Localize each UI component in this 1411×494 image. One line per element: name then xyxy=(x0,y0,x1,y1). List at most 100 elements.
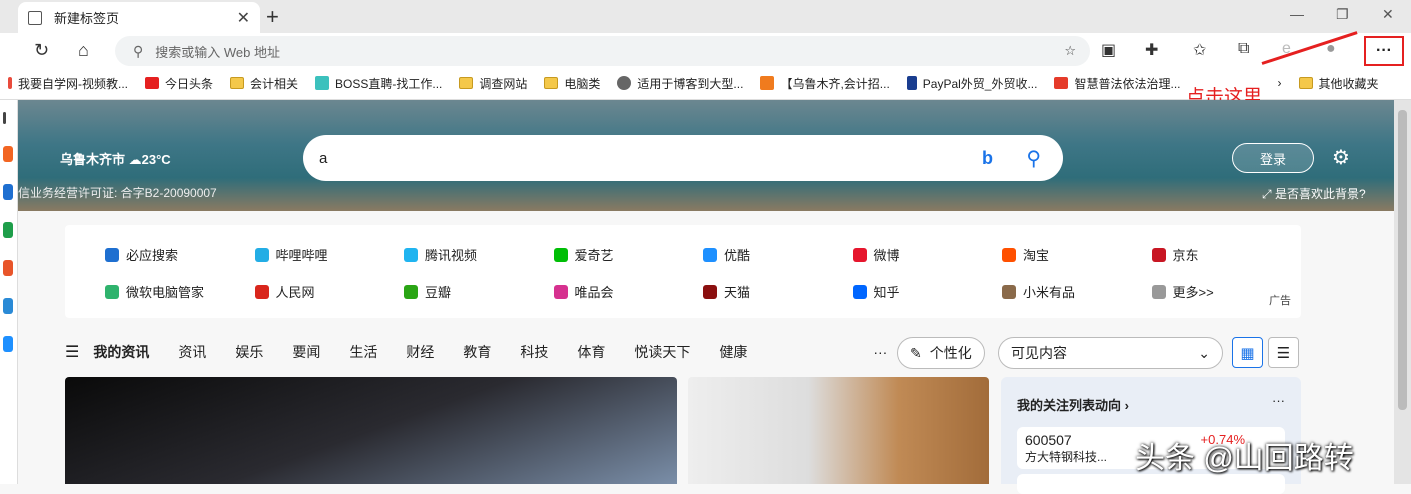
quick-link[interactable]: 知乎 xyxy=(852,282,900,301)
restore-icon[interactable]: ❐ xyxy=(1336,6,1349,23)
quick-link[interactable]: 爱奇艺 xyxy=(553,245,614,264)
gear-icon[interactable]: ⚙ xyxy=(1332,145,1350,170)
collections-icon[interactable]: ▣ xyxy=(1101,40,1116,60)
bookmark[interactable]: 今日头条 xyxy=(145,75,213,92)
quick-link[interactable]: 京东 xyxy=(1151,245,1199,264)
news-tab[interactable]: 健康 xyxy=(719,342,747,362)
quick-link[interactable]: 淘宝 xyxy=(1002,245,1049,264)
app-icon[interactable] xyxy=(3,146,13,162)
app-icon[interactable] xyxy=(3,184,13,200)
site-icon xyxy=(254,284,269,299)
bookmark-label: 今日头条 xyxy=(165,76,214,91)
quick-link[interactable]: 更多>> xyxy=(1151,282,1214,301)
like-background-link[interactable]: ⤢ 是否喜欢此背景? xyxy=(1262,185,1366,202)
close-icon[interactable]: ✕ xyxy=(237,8,250,28)
menu-icon[interactable] xyxy=(3,112,6,124)
quick-link[interactable]: 微博 xyxy=(852,245,900,264)
minimize-icon[interactable]: — xyxy=(1290,6,1304,22)
extensions-icon[interactable]: ✚ xyxy=(1145,40,1158,60)
news-card-image[interactable] xyxy=(688,377,989,484)
address-input[interactable]: ⚲ 搜索或输入 Web 地址 ☆ xyxy=(115,36,1090,66)
home-icon[interactable]: ⌂ xyxy=(78,40,89,61)
news-tab[interactable]: 体育 xyxy=(577,342,605,362)
app-icon[interactable] xyxy=(3,298,13,314)
scrollbar-thumb[interactable] xyxy=(1398,110,1407,410)
quick-link-label: 唯品会 xyxy=(574,285,614,300)
news-tab[interactable]: 娱乐 xyxy=(235,342,263,362)
site-icon xyxy=(1151,284,1166,299)
quick-link[interactable]: 必应搜索 xyxy=(105,245,178,264)
search-input[interactable]: a b ⚲ xyxy=(303,135,1063,181)
bookmark-folder[interactable]: 会计相关 xyxy=(230,75,298,92)
visible-content-select[interactable]: 可见内容 ⌄ xyxy=(998,337,1223,369)
list-view-button[interactable]: ☰ xyxy=(1268,337,1299,368)
weather[interactable]: 乌鲁木齐市 ☁23°C xyxy=(60,149,171,168)
folder-icon xyxy=(1298,77,1313,89)
personalize-label: 个性化 xyxy=(929,345,972,361)
personalize-button[interactable]: ✎ 个性化 xyxy=(897,337,985,369)
folder-icon xyxy=(230,77,245,89)
other-bookmarks[interactable]: 其他收藏夹 xyxy=(1298,75,1379,92)
quick-link-label: 淘宝 xyxy=(1023,248,1050,263)
news-tab[interactable]: 要闻 xyxy=(292,342,320,362)
plus-icon[interactable]: + xyxy=(266,4,279,30)
bookmark[interactable]: BOSS直聘-找工作... xyxy=(315,75,442,92)
favorites-icon[interactable]: ✩ xyxy=(1193,40,1206,60)
favorite-add-icon[interactable]: ☆ xyxy=(1064,43,1076,59)
login-button[interactable]: 登录 xyxy=(1232,143,1314,173)
quick-link[interactable]: 人民网 xyxy=(254,282,315,301)
more-nav-button[interactable]: ··· xyxy=(873,344,887,360)
app-icon[interactable] xyxy=(3,222,13,238)
bookmark-label: PayPal外贸_外贸收... xyxy=(922,76,1038,91)
quick-link[interactable]: 天猫 xyxy=(703,282,750,301)
news-tab[interactable]: 资讯 xyxy=(178,342,206,362)
quick-link-label: 小米有品 xyxy=(1023,285,1076,300)
site-icon xyxy=(852,247,867,262)
app-icon[interactable] xyxy=(3,336,13,352)
address-placeholder: 搜索或输入 Web 地址 xyxy=(155,44,280,60)
quick-link[interactable]: 腾讯视频 xyxy=(404,245,477,264)
news-tab[interactable]: 教育 xyxy=(463,342,491,362)
bookmark[interactable]: PayPal外贸_外贸收... xyxy=(906,75,1038,92)
collections-list-icon[interactable]: ⧉ xyxy=(1238,40,1249,58)
settings-more-button[interactable]: ··· xyxy=(1364,36,1404,66)
tab-bar: 新建标签页 ✕ + — ❐ ✕ xyxy=(0,0,1411,33)
more-icon[interactable]: ··· xyxy=(1272,393,1285,408)
stock-item[interactable] xyxy=(1017,474,1285,494)
quick-link[interactable]: 唯品会 xyxy=(553,282,614,301)
menu-icon[interactable]: ☰ xyxy=(65,342,79,362)
quick-link[interactable]: 哔哩哔哩 xyxy=(254,245,328,264)
quick-link[interactable]: 小米有品 xyxy=(1002,282,1075,301)
bookmark-label: 【乌鲁木齐,会计招... xyxy=(780,76,890,91)
bookmark-folder[interactable]: 调查网站 xyxy=(459,75,527,92)
news-tab[interactable]: 悦读天下 xyxy=(634,342,690,362)
news-tab[interactable]: 我的资讯 xyxy=(93,342,149,362)
news-card-image[interactable] xyxy=(65,377,677,484)
quick-link-label: 人民网 xyxy=(275,285,315,300)
bookmark[interactable]: 适用于博客到大型... xyxy=(617,75,743,92)
bookmark[interactable]: 智慧普法依法治理... xyxy=(1054,75,1181,92)
bookmark-folder[interactable]: 电脑类 xyxy=(544,75,600,92)
bookmark-label: 我要自学网-视频教... xyxy=(18,76,128,91)
search-icon[interactable]: ⚲ xyxy=(1026,146,1041,171)
quick-link-label: 豆瓣 xyxy=(425,285,452,300)
quick-link[interactable]: 优酷 xyxy=(703,245,750,264)
watchlist-title[interactable]: 我的关注列表动向 › xyxy=(1017,395,1129,414)
chevron-right-icon[interactable]: › xyxy=(1278,76,1282,90)
quick-link[interactable]: 豆瓣 xyxy=(404,282,451,301)
bookmark[interactable]: 【乌鲁木齐,会计招... xyxy=(760,75,890,92)
scrollbar[interactable] xyxy=(1394,100,1411,484)
news-tab[interactable]: 财经 xyxy=(406,342,434,362)
site-icon xyxy=(1002,247,1016,262)
tab-new[interactable]: 新建标签页 ✕ xyxy=(18,2,260,33)
close-window-icon[interactable]: ✕ xyxy=(1382,6,1394,23)
news-nav: ☰ 我的资讯 资讯 娱乐 要闻 生活 财经 教育 科技 体育 悦读天下 健康 ··· xyxy=(65,337,916,367)
bing-icon[interactable]: b xyxy=(982,148,993,169)
news-tab[interactable]: 生活 xyxy=(349,342,377,362)
bookmark[interactable]: 我要自学网-视频教... xyxy=(8,75,128,92)
news-tab[interactable]: 科技 xyxy=(520,342,548,362)
grid-view-button[interactable]: ▦ xyxy=(1232,337,1263,368)
quick-link[interactable]: 微软电脑管家 xyxy=(105,282,204,301)
refresh-icon[interactable]: ↻ xyxy=(34,40,49,61)
app-icon[interactable] xyxy=(3,260,13,276)
